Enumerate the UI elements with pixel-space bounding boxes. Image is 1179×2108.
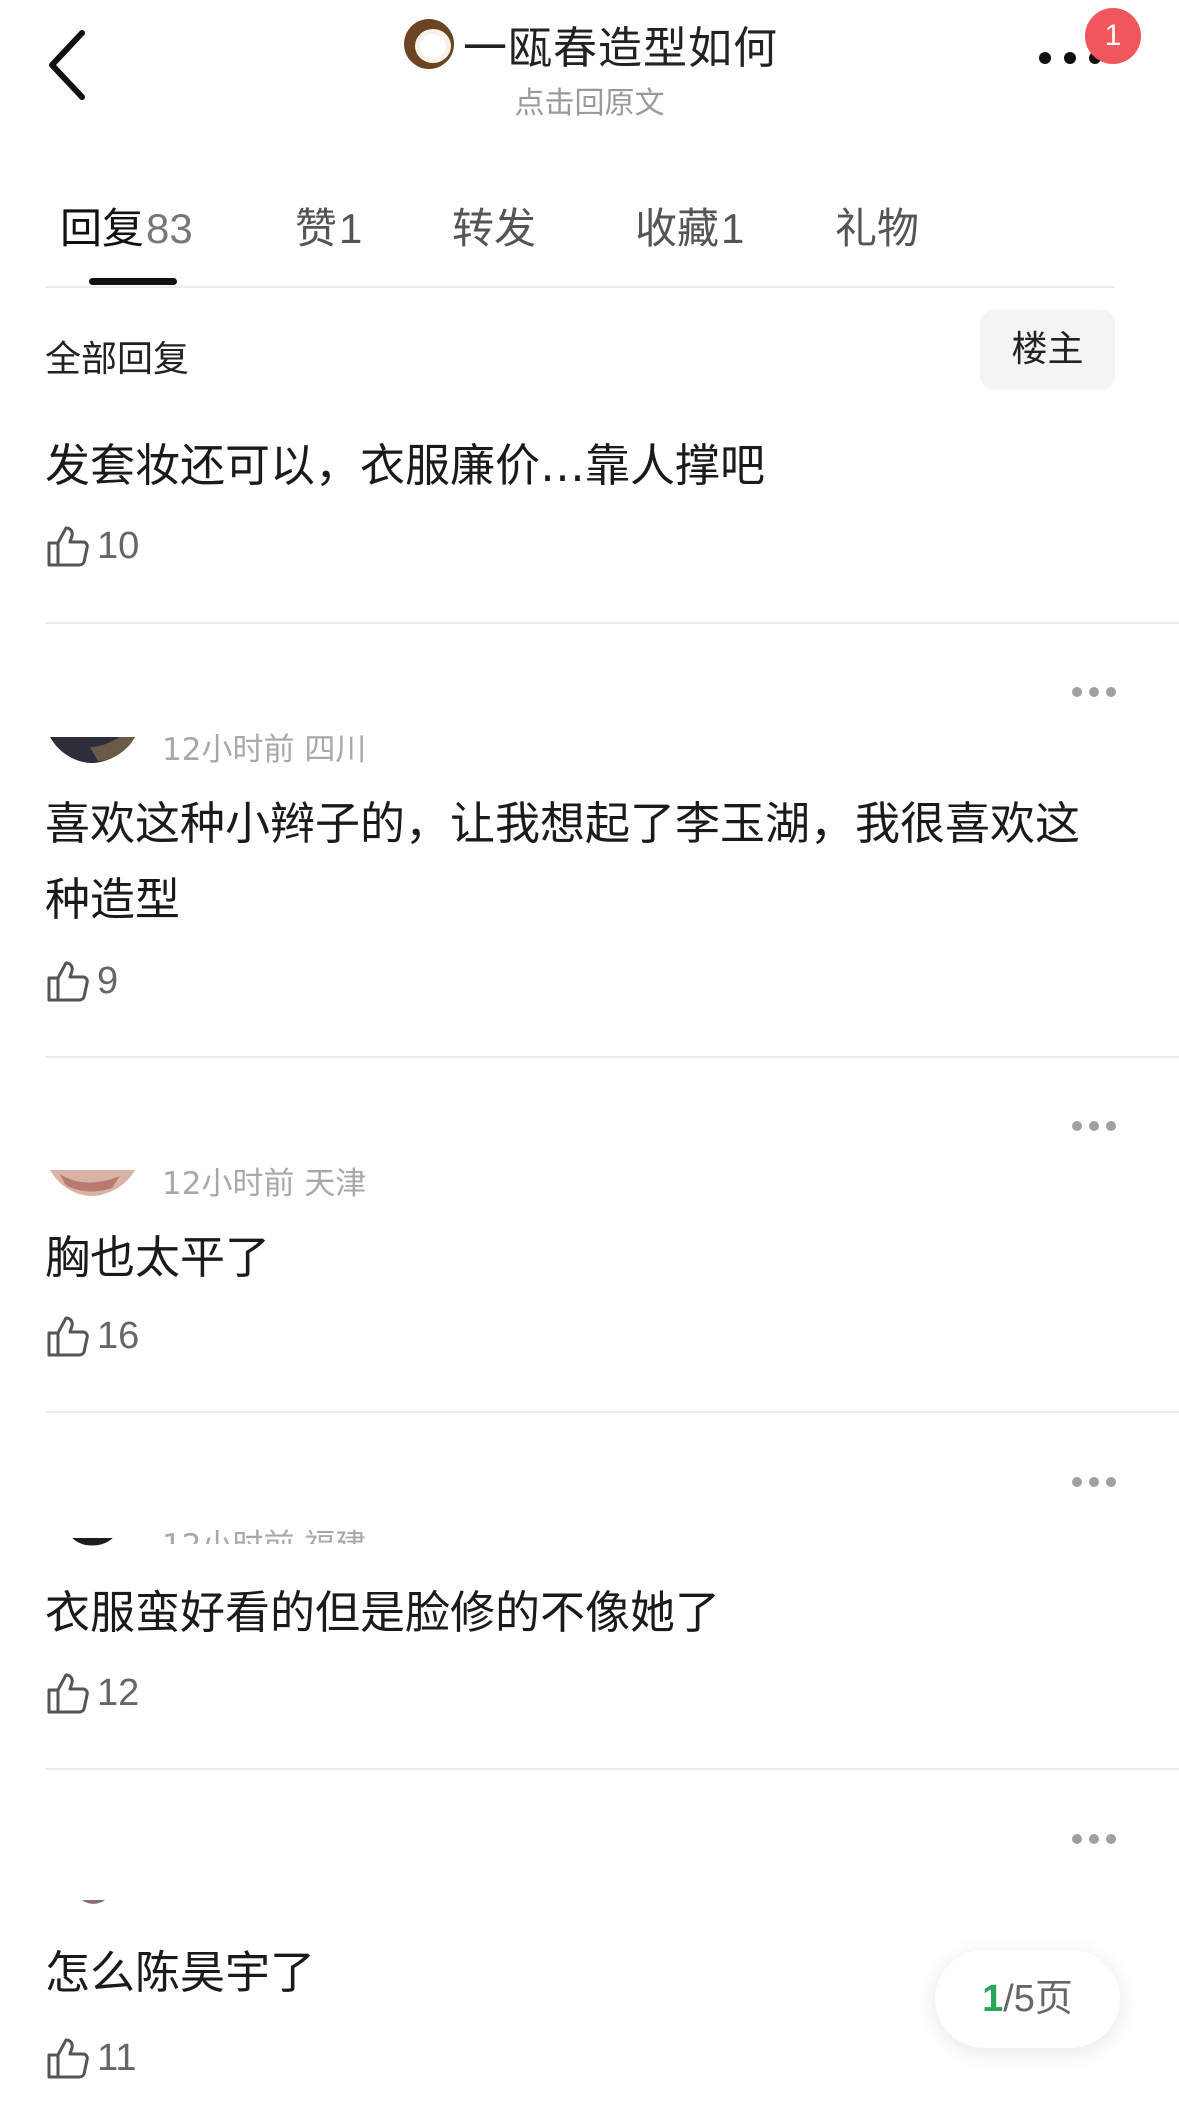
- tab-label: 转发: [452, 203, 537, 253]
- like-count: 12: [97, 1671, 140, 1714]
- comment-divider: [45, 622, 1179, 624]
- comment-divider: [45, 1411, 1179, 1413]
- like-button[interactable]: 11: [45, 2035, 136, 2081]
- like-button[interactable]: 16: [45, 1313, 139, 1359]
- comment-location: 四川: [304, 732, 367, 768]
- tab-divider: [45, 286, 1115, 288]
- tab-count: 1: [339, 204, 363, 252]
- like-button[interactable]: 9: [45, 958, 118, 1004]
- comment-meta: 12小时前 四川: [162, 724, 366, 769]
- thumbs-up-icon: [47, 526, 89, 567]
- post-title: 一瓯春造型如何: [463, 23, 778, 74]
- thumbs-up-icon: [47, 1673, 89, 1714]
- comment-location: 福建: [304, 1528, 366, 1544]
- like-count: 16: [97, 1314, 140, 1357]
- like-count: 11: [97, 2036, 137, 2079]
- thumbs-up-icon: [47, 1316, 89, 1357]
- like-button[interactable]: 10: [45, 523, 139, 569]
- op-only-button[interactable]: 楼主: [980, 310, 1115, 390]
- thumbs-up-icon: [47, 961, 89, 1002]
- like-count: 10: [97, 524, 140, 567]
- current-page: 1: [982, 1978, 1004, 2020]
- comment-time: 12小时前: [162, 1528, 294, 1544]
- page-indicator[interactable]: 1/5页: [935, 1950, 1120, 2048]
- tab-count: 83: [146, 204, 193, 252]
- coconut-icon: [404, 19, 454, 69]
- tab-replies[interactable]: 回复 83: [60, 195, 295, 256]
- tab-count: 1: [721, 204, 745, 252]
- comment-more-icon[interactable]: [1070, 1119, 1118, 1133]
- comment-time: 12小时前: [162, 1166, 295, 1202]
- tab-bar: 回复 83 赞 1 转发 收藏 1 礼物: [60, 190, 919, 260]
- comment-meta: 12小时前 福建: [162, 1520, 366, 1544]
- comment-divider: [45, 1056, 1179, 1058]
- thumbs-up-icon: [47, 2038, 89, 2079]
- tab-label: 礼物: [835, 203, 920, 253]
- tab-label: 收藏: [635, 203, 720, 253]
- avatar[interactable]: [50, 737, 135, 763]
- comment-more-icon[interactable]: [1070, 1832, 1118, 1846]
- avatar[interactable]: [50, 1900, 135, 1910]
- top-bar: 一瓯春造型如何 点击回原文 1: [0, 0, 1179, 150]
- notification-badge: 1: [1085, 8, 1141, 64]
- comment-more-icon[interactable]: [1070, 1475, 1118, 1489]
- comment-text: 喜欢这种小辫子的，让我想起了李玉湖，我很喜欢这种造型: [45, 797, 1081, 926]
- like-button[interactable]: 12: [45, 1670, 139, 1716]
- tab-likes[interactable]: 赞 1: [295, 195, 452, 256]
- comment-text: 发套妆还可以，衣服廉价…靠人撑吧: [45, 439, 766, 492]
- comment-text: 衣服蛮好看的但是脸修的不像她了: [45, 1586, 721, 1639]
- tab-reposts[interactable]: 转发: [452, 195, 635, 256]
- active-tab-indicator: [89, 278, 177, 285]
- comment-text: 胸也太平了: [45, 1231, 271, 1284]
- tab-label: 赞: [295, 203, 338, 253]
- comment-time: 12小时前: [162, 732, 295, 768]
- avatar[interactable]: [50, 1538, 135, 1552]
- avatar[interactable]: [50, 1170, 135, 1196]
- comment-meta: 12小时前 天津: [162, 1158, 366, 1203]
- tab-label: 回复: [60, 203, 145, 253]
- like-count: 9: [97, 959, 119, 1002]
- comment-more-icon[interactable]: [1070, 685, 1118, 699]
- all-replies-label: 全部回复: [45, 339, 190, 380]
- total-pages: /5页: [1003, 1978, 1073, 2020]
- tab-favorites[interactable]: 收藏 1: [635, 195, 835, 256]
- comment-divider: [45, 1768, 1179, 1770]
- tab-gifts[interactable]: 礼物: [835, 195, 919, 256]
- comment-location: 天津: [304, 1166, 367, 1202]
- back-to-original-link[interactable]: 点击回原文: [0, 78, 1179, 122]
- title-block[interactable]: 一瓯春造型如何 点击回原文: [0, 12, 1179, 122]
